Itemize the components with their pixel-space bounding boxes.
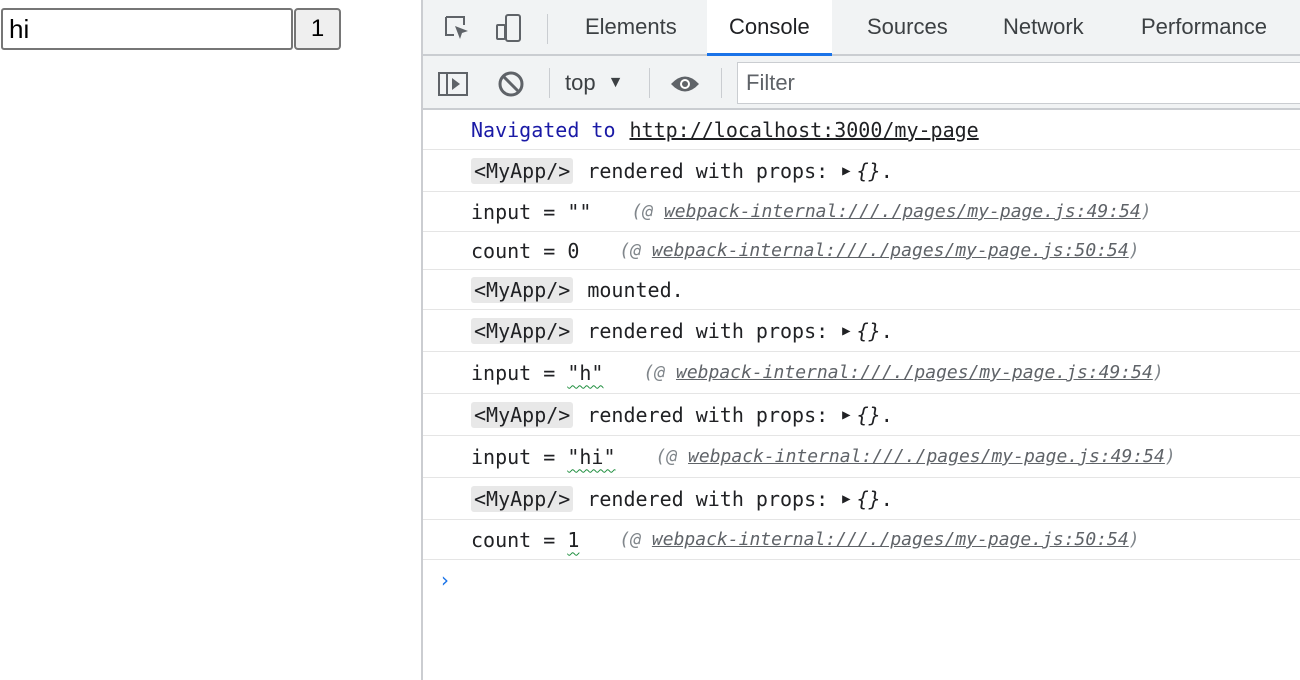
log-value: "h" [567,360,604,385]
log-input-h: input = "h" (@ webpack-internal:///./pag… [423,352,1300,394]
log-rendered: <MyApp/> rendered with props: ▶ {}. [423,394,1300,436]
rendered-text: rendered with props: [587,318,829,343]
component-tag: <MyApp/> [471,317,574,344]
tab-sources[interactable]: Sources [845,0,970,54]
dot: . [880,158,893,183]
navigated-url-link[interactable]: http://localhost:3000/my-page [630,118,979,142]
props-object[interactable]: {} [857,319,881,343]
log-rendered: <MyApp/> rendered with props: ▶ {}. [423,150,1300,192]
source-link[interactable]: webpack-internal:///./pages/my-page.js:5… [652,240,1129,261]
tab-performance[interactable]: Performance [1119,0,1289,54]
rendered-text: rendered with props: [587,158,829,183]
navigated-label: Navigated to [471,117,616,142]
context-selector[interactable]: top ▼ [565,66,623,100]
rendered-text: rendered with props: [587,402,829,427]
mounted-text: mounted. [587,277,684,302]
device-toolbar-icon[interactable] [491,10,527,46]
source-ref: (@ webpack-internal:///./pages/my-page.j… [631,201,1152,222]
devtools-panel: Elements Console Sources Network Perform… [421,0,1300,680]
source-link[interactable]: webpack-internal:///./pages/my-page.js:4… [676,362,1153,383]
console-log: Navigated to http://localhost:3000/my-pa… [423,110,1300,592]
log-count-1: count = 1 (@ webpack-internal:///./pages… [423,520,1300,560]
log-text: count = [471,527,556,552]
expand-triangle-icon[interactable]: ▶ [842,163,850,179]
dropdown-arrow-icon: ▼ [607,74,624,91]
log-rendered: <MyApp/> rendered with props: ▶ {}. [423,478,1300,520]
dot: . [880,486,893,511]
component-tag: <MyApp/> [471,485,574,512]
props-object[interactable]: {} [857,487,881,511]
log-value: "hi" [567,444,616,469]
source-link[interactable]: webpack-internal:///./pages/my-page.js:4… [688,446,1165,467]
tab-elements[interactable]: Elements [563,0,699,54]
source-ref: (@ webpack-internal:///./pages/my-page.j… [619,240,1140,261]
clear-console-icon[interactable] [493,66,529,102]
filter-input[interactable] [737,62,1300,104]
component-tag: <MyApp/> [471,401,574,428]
console-toolbar: top ▼ [423,56,1300,110]
page-area: 1 [0,0,421,680]
tab-network[interactable]: Network [981,0,1106,54]
expand-triangle-icon[interactable]: ▶ [842,407,850,423]
source-link[interactable]: webpack-internal:///./pages/my-page.js:5… [652,529,1129,550]
log-count-0: count = 0 (@ webpack-internal:///./pages… [423,232,1300,270]
devtools-tabbar: Elements Console Sources Network Perform… [423,0,1300,56]
log-mounted: <MyApp/> mounted. [423,270,1300,310]
context-label: top [565,70,596,95]
component-tag: <MyApp/> [471,157,574,184]
expand-triangle-icon[interactable]: ▶ [842,323,850,339]
inspect-element-icon[interactable] [439,10,475,46]
source-link[interactable]: webpack-internal:///./pages/my-page.js:4… [664,201,1141,222]
log-input-empty: input = "" (@ webpack-internal:///./page… [423,192,1300,232]
log-navigated: Navigated to http://localhost:3000/my-pa… [423,110,1300,150]
log-rendered: <MyApp/> rendered with props: ▶ {}. [423,310,1300,352]
log-text: input = "" [471,199,592,224]
log-text: input = [471,360,556,385]
component-tag: <MyApp/> [471,276,574,303]
count-button[interactable]: 1 [294,8,341,50]
live-expression-eye-icon[interactable] [667,66,703,102]
console-prompt-chevron-icon[interactable]: › [441,568,449,592]
dot: . [880,318,893,343]
show-sidebar-icon[interactable] [435,66,471,102]
text-input[interactable] [1,8,293,50]
dot: . [880,402,893,427]
rendered-text: rendered with props: [587,486,829,511]
props-object[interactable]: {} [857,159,881,183]
props-object[interactable]: {} [857,403,881,427]
log-text: input = [471,444,556,469]
source-ref: (@ webpack-internal:///./pages/my-page.j… [619,529,1140,550]
source-ref: (@ webpack-internal:///./pages/my-page.j… [643,362,1164,383]
log-input-hi: input = "hi" (@ webpack-internal:///./pa… [423,436,1300,478]
log-value: 1 [567,527,580,552]
expand-triangle-icon[interactable]: ▶ [842,491,850,507]
tab-console[interactable]: Console [707,0,832,56]
source-ref: (@ webpack-internal:///./pages/my-page.j… [655,446,1176,467]
log-text: count = 0 [471,238,580,263]
